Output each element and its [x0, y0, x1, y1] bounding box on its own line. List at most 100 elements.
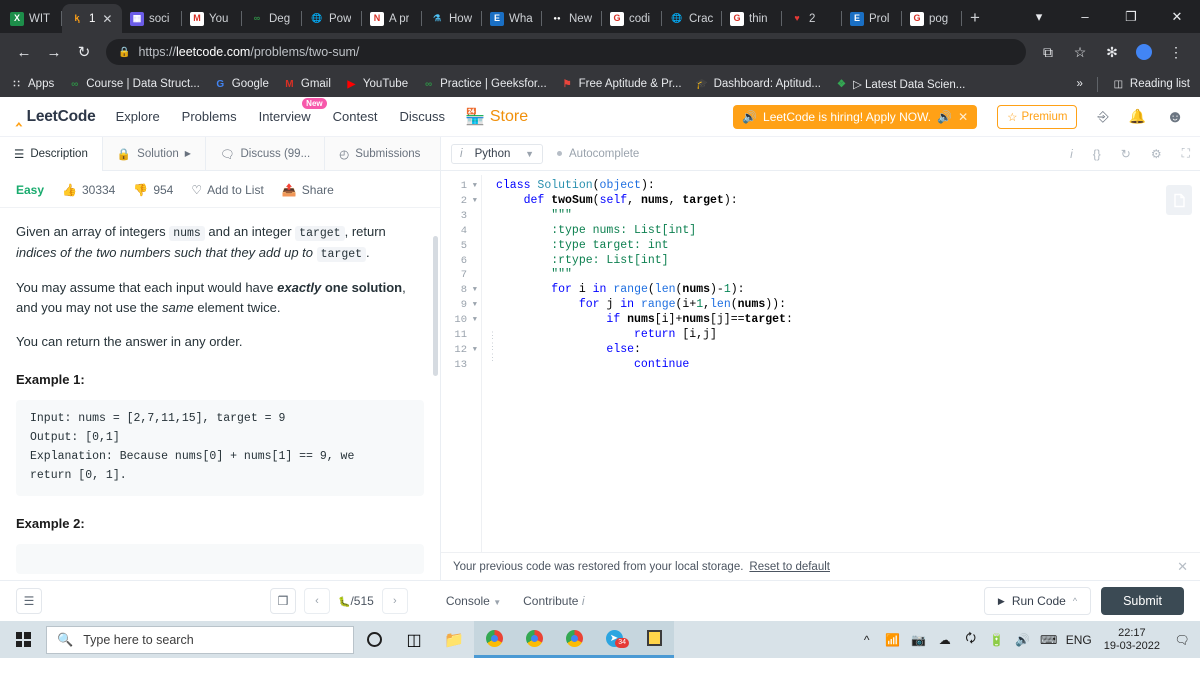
nav-item-explore[interactable]: Explore	[116, 109, 160, 124]
browser-tab-4[interactable]: ∞ Deg	[242, 4, 302, 33]
share-icon[interactable]: ⧉	[1034, 38, 1062, 66]
address-bar[interactable]: 🔒 https://leetcode.com/problems/two-sum/	[106, 39, 1026, 65]
notepad-icon[interactable]	[634, 621, 674, 658]
bookmark-item-2[interactable]: G Google	[214, 78, 268, 91]
reset-to-default-link[interactable]: Reset to default	[749, 561, 830, 573]
bookmark-item-6[interactable]: ⚑ Free Aptitude & Pr...	[561, 78, 682, 91]
hiring-banner[interactable]: 🔊 LeetCode is hiring! Apply NOW. 🔊 ✕	[733, 104, 978, 129]
browser-tab-8[interactable]: E Wha	[482, 4, 542, 33]
code-text[interactable]: class Solution(object): def twoSum(self,…	[482, 171, 793, 552]
browser-tab-3[interactable]: M You	[182, 4, 242, 33]
fold-arrow-icon[interactable]: ▼	[473, 298, 477, 313]
volume-icon[interactable]: 🔊	[1010, 621, 1036, 658]
fold-arrow-icon[interactable]: ▼	[473, 313, 477, 328]
fold-arrow-icon[interactable]: ▼	[473, 179, 477, 194]
browser-tab-10[interactable]: Gcodi	[602, 4, 662, 33]
browser-tab-1[interactable]: ⱪ 1 ✕	[62, 4, 122, 33]
bookmark-item-5[interactable]: ∞ Practice | Geeksfor...	[422, 78, 547, 91]
bookmark-item-8[interactable]: ❖ ▷ Latest Data Scien...	[835, 77, 965, 92]
tab-close-icon[interactable]: ✕	[102, 12, 112, 26]
bell-icon[interactable]: 🔔	[1129, 108, 1146, 125]
nav-item-store[interactable]: 🏪 Store	[465, 107, 528, 127]
problem-tab-submissions[interactable]: ◴ Submissions	[325, 137, 434, 171]
language-select[interactable]: i Python ▼	[451, 143, 543, 164]
fold-arrow-icon[interactable]: ▼	[473, 194, 477, 209]
code-area[interactable]: 1 ▼ 2 ▼ 3 4 5 6 7 8 ▼ 9 ▼ 10 ▼ 11 12 ▼ 13 class Solution(o…	[441, 171, 1200, 552]
leetcode-logo[interactable]: ‸ LeetCode	[16, 108, 96, 126]
onedrive-icon[interactable]: ☁	[932, 621, 958, 658]
wifi-icon[interactable]: 📶	[880, 621, 906, 658]
nav-item-interview[interactable]: Interview New	[259, 98, 327, 124]
browser-tab-5[interactable]: 🌐 Pow	[302, 4, 362, 33]
problem-tab-solution[interactable]: 🔒 Solution ▶	[103, 136, 206, 171]
update-icon[interactable]: 🗘	[958, 621, 984, 658]
chevron-down-icon[interactable]: ▾	[1016, 2, 1062, 31]
notification-icon[interactable]: 🗨	[1168, 621, 1196, 658]
task-view-icon[interactable]: ◫	[394, 621, 434, 658]
taskbar-clock[interactable]: 22:17 19-03-2022	[1096, 627, 1168, 653]
share-button[interactable]: 📤 Share	[282, 183, 334, 197]
chevron-up-icon[interactable]: ^	[854, 621, 880, 658]
browser-tab-13[interactable]: ♥ 2	[782, 4, 842, 33]
description-scrollbar[interactable]	[433, 208, 438, 580]
browser-tab-12[interactable]: Gthin	[722, 4, 782, 33]
file-explorer-icon[interactable]: 📁	[434, 621, 474, 658]
info-icon[interactable]: i	[1070, 147, 1073, 161]
bookmarks-overflow-button[interactable]: »	[1077, 78, 1083, 90]
avatar-icon[interactable]: ☻	[1166, 107, 1184, 127]
dislike-button[interactable]: 👎 954	[133, 183, 173, 197]
chrome-icon-1[interactable]	[474, 621, 514, 658]
telegram-icon[interactable]: ➤ 34	[594, 621, 634, 658]
browser-tab-0[interactable]: X WIT	[2, 4, 62, 33]
new-tab-button[interactable]: +	[970, 8, 980, 28]
reset-icon[interactable]: ↻	[1121, 147, 1131, 161]
keyboard-icon[interactable]: ⌨	[1036, 621, 1062, 658]
browser-tab-15[interactable]: Gpog	[902, 4, 962, 33]
cortana-icon[interactable]	[354, 621, 394, 658]
submit-button[interactable]: Submit	[1101, 587, 1184, 615]
next-problem-button[interactable]: ›	[381, 588, 408, 614]
bookmark-item-7[interactable]: 🎓 Dashboard: Aptitud...	[696, 78, 821, 91]
prev-problem-button[interactable]: ‹	[304, 588, 330, 614]
bookmark-item-3[interactable]: M Gmail	[283, 78, 331, 91]
battery-icon[interactable]: 🔋	[984, 621, 1010, 658]
code-submit-icon[interactable]: ⎆	[1097, 108, 1108, 125]
close-icon[interactable]: ✕	[1177, 559, 1188, 575]
back-icon[interactable]: ←	[10, 38, 38, 66]
banner-close-icon[interactable]: ✕	[958, 110, 968, 124]
taskbar-search[interactable]: 🔍 Type here to search	[46, 625, 354, 654]
minimize-icon[interactable]: ‒	[1062, 2, 1108, 31]
chrome-icon-2[interactable]	[514, 621, 554, 658]
reload-icon[interactable]: ↻	[70, 38, 98, 66]
browser-tab-14[interactable]: E Prol	[842, 4, 902, 33]
autocomplete-toggle[interactable]: Autocomplete	[557, 148, 639, 160]
fold-arrow-icon[interactable]: ▼	[473, 283, 477, 298]
bookmark-item-1[interactable]: ∞ Course | Data Struct...	[68, 78, 200, 91]
browser-tab-9[interactable]: ●● New	[542, 4, 602, 33]
fold-arrow-icon[interactable]: ▼	[473, 343, 477, 358]
shuffle-icon[interactable]: ❒	[270, 588, 296, 614]
run-code-button[interactable]: ▶ Run Code ^	[983, 587, 1092, 615]
scrollbar-thumb[interactable]	[433, 236, 438, 376]
nav-item-contest[interactable]: Contest	[333, 109, 378, 124]
console-button[interactable]: Console ▼	[446, 594, 501, 608]
braces-icon[interactable]: {}	[1093, 147, 1101, 161]
contribute-button[interactable]: Contribute i	[523, 594, 584, 608]
problem-tab-discuss[interactable]: 🗨 Discuss (99...	[206, 136, 326, 171]
chrome-menu-icon[interactable]: ⋮	[1162, 38, 1190, 66]
forward-icon[interactable]: →	[40, 38, 68, 66]
nav-item-problems[interactable]: Problems	[182, 109, 237, 124]
problem-list-icon[interactable]: ☰	[16, 588, 42, 614]
extensions-icon[interactable]: ✻	[1098, 38, 1126, 66]
browser-tab-11[interactable]: 🌐 Crac	[662, 4, 722, 33]
browser-tab-7[interactable]: ⚗ How	[422, 4, 482, 33]
premium-button[interactable]: ☆ Premium	[997, 104, 1078, 129]
bookmark-star-icon[interactable]: ☆	[1066, 38, 1094, 66]
nav-item-discuss[interactable]: Discuss	[399, 109, 445, 124]
close-icon[interactable]: ✕	[1154, 2, 1200, 31]
language-indicator[interactable]: ENG	[1062, 621, 1096, 658]
browser-tab-6[interactable]: N A pr	[362, 4, 422, 33]
settings-icon[interactable]: ⚙	[1151, 147, 1162, 161]
copy-file-icon[interactable]	[1166, 185, 1192, 215]
add-to-list-button[interactable]: ♡ Add to List	[191, 183, 263, 197]
